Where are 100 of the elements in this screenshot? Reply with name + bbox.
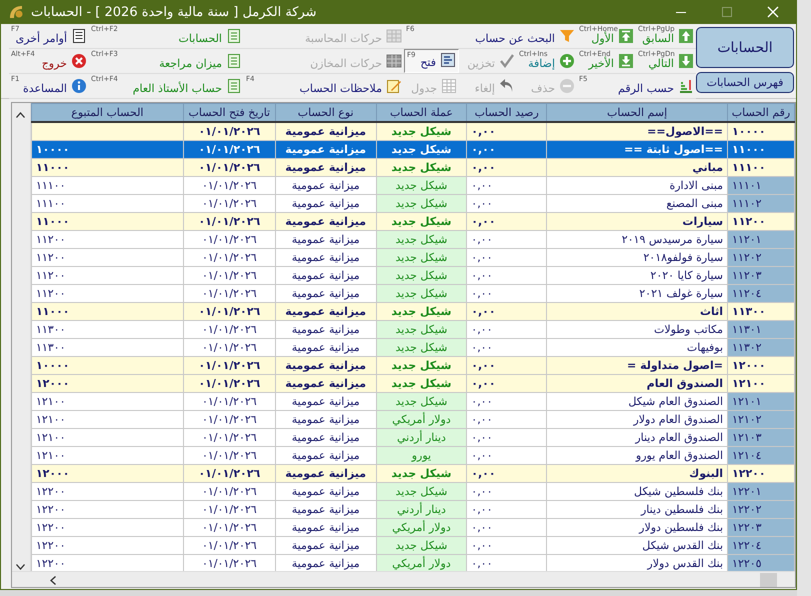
table-row[interactable]: ١١١٠١ مبنى الادارة ٠,٠٠ شيكل جديد ميزانية عمومية ٠١/٠١/٢٠٢٦ ١١١٠٠ bbox=[31, 176, 794, 194]
table-row[interactable]: ١٢١٠٣ الصندوق العام دينار ٠,٠٠ دينار أردني ميزانية عمومية ٠١/٠١/٢٠٢٦ ١٢١٠٠ bbox=[31, 428, 794, 446]
scroll-left-icon bbox=[50, 575, 56, 584]
table-cell: ٠١/٠١/٢٠٢٦ bbox=[198, 161, 260, 174]
table-icon bbox=[441, 78, 457, 94]
table-cell: ١١١٠٢ bbox=[732, 197, 762, 210]
table-cell: شيكل جديد bbox=[391, 305, 452, 318]
table-cell: ٠,٠٠ bbox=[471, 485, 493, 498]
table-cell: ٠١/٠١/٢٠٢٦ bbox=[198, 215, 260, 228]
column-header: الحساب المتبوع bbox=[31, 104, 184, 122]
table-cell: شيكل جديد bbox=[391, 467, 452, 480]
table-cell: ١١٠٠٠ bbox=[732, 143, 766, 156]
table-cell: دولار أمريكي bbox=[392, 557, 451, 570]
table-cell: يورو bbox=[412, 449, 432, 462]
table-cell: بنك فلسطين دولار bbox=[639, 521, 724, 534]
table-cell: الصندوق العام دولار bbox=[633, 413, 724, 426]
table-cell: شيكل جديد bbox=[391, 161, 452, 174]
table-cell: ١١١٠٠ bbox=[36, 179, 66, 192]
filter-icon bbox=[559, 28, 575, 44]
table-cell: ميزانية عمومية bbox=[285, 143, 366, 156]
table-cell: ٠١/٠١/٢٠٢٦ bbox=[202, 395, 257, 408]
table-cell: ٠,٠٠ bbox=[471, 161, 496, 174]
table-row[interactable]: ١١٣٠٠ اثاث ٠,٠٠ شيكل جديد ميزانية عمومية ٠١/٠١/٢٠٢٦ ١١٠٠٠ bbox=[31, 302, 794, 320]
table-cell: ١١٠٠٠ bbox=[36, 215, 70, 228]
bar-chart-icon bbox=[678, 78, 694, 94]
grid-icon bbox=[386, 28, 402, 44]
table-cell: ميزانية عمومية bbox=[292, 413, 360, 426]
table-cell: ١٢٢٠١ bbox=[732, 485, 762, 498]
table-row[interactable]: ١١٢٠٠ سيارات ٠,٠٠ شيكل جديد ميزانية عمومية ٠١/٠١/٢٠٢٦ ١١٠٠٠ bbox=[31, 212, 794, 230]
table-cell: ٠١/٠١/٢٠٢٦ bbox=[198, 305, 260, 318]
table-row[interactable]: ١١٢٠٣ سيارة كايا ٢٠٢٠ ٠,٠٠ شيكل جديد ميزانية عمومية ٠١/٠١/٢٠٢٦ ١١٢٠٠ bbox=[31, 266, 794, 284]
table-row[interactable]: ١٢٢٠١ بنك فلسطين شيكل ٠,٠٠ شيكل جديد ميزانية عمومية ٠١/٠١/٢٠٢٦ ١٢٢٠٠ bbox=[31, 482, 794, 500]
table-row[interactable]: ١٠٠٠٠ ==الاصول== ٠,٠٠ شيكل جديد ميزانية عمومية ٠١/٠١/٢٠٢٦ bbox=[31, 122, 794, 140]
table-cell: ٠,٠٠ bbox=[471, 323, 493, 336]
table-cell: ميزانية عمومية bbox=[292, 287, 360, 300]
table-cell: سيارات bbox=[682, 215, 724, 228]
table-cell: شيكل جديد bbox=[391, 143, 452, 156]
table-cell: ميزانية عمومية bbox=[285, 215, 366, 228]
table-cell: ١٢١٠٤ bbox=[732, 449, 762, 462]
document-icon bbox=[226, 78, 242, 94]
table-cell: ١٠٠٠٠ bbox=[36, 143, 70, 156]
column-header: رصيد الحساب bbox=[466, 104, 547, 122]
table-cell: ميزانية عمومية bbox=[292, 179, 360, 192]
table-cell: ميزانية عمومية bbox=[292, 539, 360, 552]
table-cell: شيكل جديد bbox=[396, 233, 448, 246]
table-cell: الصندوق العام دينار bbox=[635, 431, 724, 444]
table-cell: ميزانية عمومية bbox=[292, 503, 360, 516]
table-row[interactable]: ١٢٠٠٠ =اصول متداولة = ٠,٠٠ شيكل جديد ميزانية عمومية ٠١/٠١/٢٠٢٦ ١٠٠٠٠ bbox=[31, 356, 794, 374]
table-cell: ١١٢٠٠ bbox=[36, 251, 66, 264]
table-cell: ٠١/٠١/٢٠٢٦ bbox=[202, 521, 257, 534]
table-row[interactable]: ١٢١٠٠ الصندوق العام ٠,٠٠ شيكل جديد ميزانية عمومية ٠١/٠١/٢٠٢٦ ١٢٠٠٠ bbox=[31, 374, 794, 392]
table-cell: ١٢٢٠٠ bbox=[732, 467, 766, 480]
table-row[interactable]: ١١٠٠٠ ==اصول ثابتة == ٠,٠٠ شيكل جديد ميزانية عمومية ٠١/٠١/٢٠٢٦ ١٠٠٠٠ bbox=[31, 140, 794, 158]
table-cell: ٠,٠٠ bbox=[471, 395, 493, 408]
table-cell: ١٢٢٠٣ bbox=[732, 521, 762, 534]
table-cell: شيكل جديد bbox=[396, 539, 448, 552]
table-cell: مباني bbox=[692, 161, 724, 174]
table-cell: بنك القدس شيكل bbox=[642, 539, 724, 552]
table-row[interactable]: ١٢١٠١ الصندوق العام شيكل ٠,٠٠ شيكل جديد ميزانية عمومية ٠١/٠١/٢٠٢٦ ١٢١٠٠ bbox=[31, 392, 794, 410]
form-icon bbox=[440, 52, 456, 68]
scrollbar-thumb[interactable] bbox=[760, 572, 777, 586]
table-cell: ٠١/٠١/٢٠٢٦ bbox=[202, 539, 257, 552]
nav-button[interactable]: الحسابات bbox=[696, 27, 794, 68]
document-icon bbox=[226, 28, 242, 44]
table-cell: ٠,٠٠ bbox=[471, 341, 493, 354]
close-icon bbox=[767, 6, 779, 18]
table-row[interactable]: ١٢٢٠٣ بنك فلسطين دولار ٠,٠٠ دولار أمريكي ميزانية عمومية ٠١/٠١/٢٠٢٦ ١٢٢٠٠ bbox=[31, 518, 794, 536]
table-cell: ٠,٠٠ bbox=[471, 467, 496, 480]
table-cell: شيكل جديد bbox=[391, 125, 452, 138]
table-cell: ٠١/٠١/٢٠٢٦ bbox=[198, 359, 260, 372]
table-cell: البنوك bbox=[689, 467, 724, 480]
table-row[interactable]: ١٢٢٠٢ بنك فلسطين دينار ٠,٠٠ دينار أردني ميزانية عمومية ٠١/٠١/٢٠٢٦ ١٢٢٠٠ bbox=[31, 500, 794, 518]
table-cell: شيكل جديد bbox=[396, 395, 448, 408]
table-cell: ٠,٠٠ bbox=[471, 377, 496, 390]
table-row[interactable]: ١٢١٠٢ الصندوق العام دولار ٠,٠٠ دولار أمريكي ميزانية عمومية ٠١/٠١/٢٠٢٦ ١٢١٠٠ bbox=[31, 410, 794, 428]
table-cell: ١٢١٠٢ bbox=[732, 413, 762, 426]
table-cell: بنك فلسطين شيكل bbox=[634, 485, 724, 498]
pencil-icon bbox=[386, 78, 402, 94]
table-row[interactable]: ١١٢٠١ سيارة مرسيدس ٢٠١٩ ٠,٠٠ شيكل جديد ميزانية عمومية ٠١/٠١/٢٠٢٦ ١١٢٠٠ bbox=[31, 230, 794, 248]
table-cell: ١٢٢٠٢ bbox=[732, 503, 762, 516]
table-cell: =اصول متداولة = bbox=[627, 359, 724, 372]
table-row[interactable]: ١٢٢٠٠ البنوك ٠,٠٠ شيكل جديد ميزانية عمومية ٠١/٠١/٢٠٢٦ ١٢٠٠٠ bbox=[31, 464, 794, 482]
table-cell: ميزانية عمومية bbox=[292, 251, 360, 264]
table-cell: شيكل جديد bbox=[396, 269, 448, 282]
table-cell: ميزانية عمومية bbox=[285, 359, 366, 372]
table-cell: سيارة كايا ٢٠٢٠ bbox=[650, 269, 724, 282]
table-cell: ٠,٠٠ bbox=[471, 557, 493, 570]
table-cell: ١١٣٠٠ bbox=[732, 305, 766, 318]
table-row[interactable]: ١١٢٠٢ سيارة فولفو٢٠١٨ ٠,٠٠ شيكل جديد ميزانية عمومية ٠١/٠١/٢٠٢٦ ١١٢٠٠ bbox=[31, 248, 794, 266]
table-cell: ١٢٢٠٥ bbox=[732, 557, 762, 570]
table-cell: مبنى المصنع bbox=[666, 197, 724, 210]
table-row[interactable]: ١٢٢٠٤ بنك القدس شيكل ٠,٠٠ شيكل جديد ميزانية عمومية ٠١/٠١/٢٠٢٦ ١٢٢٠٠ bbox=[31, 536, 794, 554]
table-cell: ١١٣٠٠ bbox=[36, 341, 66, 354]
table-row[interactable]: ١١٣٠١ مكاتب وطولات ٠,٠٠ شيكل جديد ميزانية عمومية ٠١/٠١/٢٠٢٦ ١١٣٠٠ bbox=[31, 320, 794, 338]
nav-button[interactable]: فهرس الحسابات bbox=[696, 72, 794, 93]
table-row[interactable]: ١١١٠٠ مباني ٠,٠٠ شيكل جديد ميزانية عمومية ٠١/٠١/٢٠٢٦ ١١٠٠٠ bbox=[31, 158, 794, 176]
table-cell: ٠,٠٠ bbox=[471, 143, 496, 156]
table-cell: ميزانية عمومية bbox=[292, 269, 360, 282]
vertical-scrollbar[interactable] bbox=[12, 103, 31, 571]
horizontal-scrollbar[interactable] bbox=[12, 571, 795, 587]
